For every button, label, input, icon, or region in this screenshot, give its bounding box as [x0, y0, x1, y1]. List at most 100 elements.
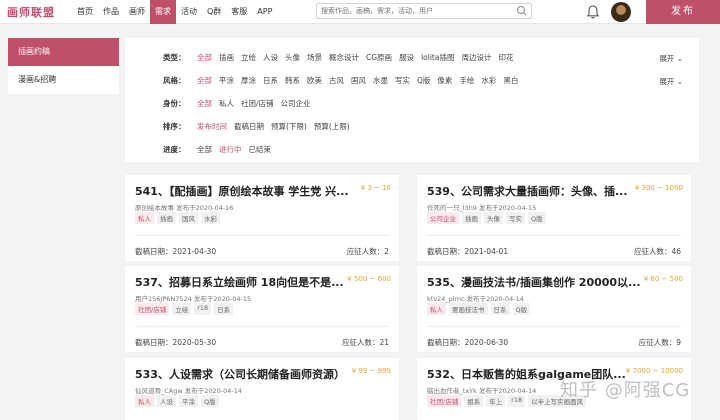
- filter-option[interactable]: 印花: [498, 52, 513, 63]
- filter-option[interactable]: 黑白: [503, 75, 518, 86]
- nav-app[interactable]: APP: [252, 0, 277, 24]
- tag[interactable]: 社团/店铺: [427, 395, 462, 407]
- card-title[interactable]: 539、公司需求大量插画师：头像、插...: [427, 183, 655, 199]
- tag[interactable]: 私人: [135, 212, 154, 224]
- tag[interactable]: r18: [194, 303, 212, 315]
- filter-option[interactable]: CG原画: [366, 52, 392, 63]
- filter-option[interactable]: 写实: [395, 75, 410, 86]
- filter-option[interactable]: 预算(上限): [314, 121, 350, 132]
- site-logo[interactable]: 画师联盟: [7, 4, 55, 20]
- filter-option[interactable]: 服设: [399, 52, 414, 63]
- filter-row-progress: 进度： 全部 进行中 已结束: [125, 138, 699, 161]
- filter-option[interactable]: 手绘: [459, 75, 474, 86]
- card-title[interactable]: 537、招募日系立绘画师 18向但是不是...: [135, 274, 363, 290]
- tag[interactable]: 姐系: [464, 395, 484, 407]
- sidebar-item-comics-recruit[interactable]: 漫画&招聘: [8, 66, 119, 94]
- filter-option[interactable]: 预算(下限): [271, 121, 307, 132]
- filter-option[interactable]: 日系: [263, 75, 278, 86]
- filter-option[interactable]: 欧美: [307, 75, 322, 86]
- tag[interactable]: 人设: [157, 395, 176, 407]
- nav-requests[interactable]: 需求: [150, 0, 176, 24]
- filter-option[interactable]: 国风: [351, 75, 366, 86]
- filter-option[interactable]: 韩系: [285, 75, 300, 86]
- request-card[interactable]: 533、人设需求（公司长期储备画师资源） ¥ 99 ~ 999 仙风道骨_CAgw …: [125, 358, 399, 420]
- expand-toggle[interactable]: 展开 ⌄: [659, 53, 683, 64]
- filter-option[interactable]: 概念设计: [329, 52, 359, 63]
- filter-option[interactable]: Q版: [417, 75, 430, 86]
- tag[interactable]: 国风: [179, 212, 198, 224]
- tag[interactable]: r18: [508, 395, 526, 407]
- tag[interactable]: 公司企业: [427, 212, 459, 224]
- filter-option[interactable]: 平涂: [219, 75, 234, 86]
- nav-events[interactable]: 活动: [176, 0, 202, 24]
- tag[interactable]: Q版: [201, 395, 219, 407]
- filter-option[interactable]: 水墨: [373, 75, 388, 86]
- card-title[interactable]: 535、漫画技法书/插画集创作 20000以...: [427, 274, 655, 290]
- filter-option[interactable]: 全部: [197, 75, 212, 86]
- tag[interactable]: 私人: [135, 395, 154, 407]
- filter-option[interactable]: 已结束: [249, 144, 272, 155]
- filter-option[interactable]: 古风: [329, 75, 344, 86]
- request-card[interactable]: 541、【配插画】原创绘本故事 学生党 兴... ¥ 3 ~ 10 原创绘本故事 发…: [125, 175, 399, 261]
- tag[interactable]: 插画: [157, 212, 176, 224]
- card-meta: ktv24_plmc 发布于2020-04-14: [427, 295, 524, 303]
- tag[interactable]: 日系: [214, 303, 234, 315]
- filter-option[interactable]: 人设: [263, 52, 278, 63]
- publish-button[interactable]: 发布: [646, 0, 720, 24]
- category-sidebar: 插画约稿 漫画&招聘: [8, 38, 119, 94]
- main-nav: 首页 作品 画师 需求 活动 Q群 客服 APP: [72, 0, 277, 24]
- filter-option[interactable]: 全部: [197, 144, 212, 155]
- applicant-count: 应征人数：2: [346, 247, 389, 256]
- nav-qq-group[interactable]: Q群: [202, 0, 226, 24]
- tag[interactable]: 插画: [462, 212, 481, 224]
- filter-option[interactable]: 周边设计: [461, 52, 491, 63]
- tag[interactable]: 要画技法书: [449, 303, 488, 315]
- nav-support[interactable]: 客服: [226, 0, 252, 24]
- filter-option[interactable]: 全部: [197, 98, 212, 109]
- filter-option[interactable]: 私人: [219, 98, 234, 109]
- filter-option[interactable]: 全部: [197, 52, 212, 63]
- nav-works[interactable]: 作品: [98, 0, 124, 24]
- filter-option[interactable]: 立绘: [241, 52, 256, 63]
- nav-artists[interactable]: 画师: [124, 0, 150, 24]
- request-card[interactable]: 537、招募日系立绘画师 18向但是不是... ¥ 500 ~ 600 用户156J…: [125, 266, 399, 352]
- filter-option[interactable]: 进行中: [219, 144, 242, 155]
- tag[interactable]: 年上: [486, 395, 506, 407]
- search-input[interactable]: [316, 3, 532, 19]
- deadline-date: 截稿日期：2020-05-30: [135, 338, 217, 347]
- filter-option[interactable]: 发布时间: [197, 121, 227, 132]
- deadline-date: 截稿日期：2020-06-30: [427, 338, 509, 347]
- filter-option[interactable]: 像素: [437, 75, 452, 86]
- request-card[interactable]: 535、漫画技法书/插画集创作 20000以... ¥ 60 ~ 500 ktv24…: [417, 266, 691, 352]
- tag[interactable]: 私人: [427, 303, 446, 315]
- card-title[interactable]: 541、【配插画】原创绘本故事 学生党 兴...: [135, 183, 363, 199]
- sidebar-item-illustration[interactable]: 插画约稿: [8, 38, 119, 66]
- expand-toggle[interactable]: 展开 ⌄: [659, 76, 683, 87]
- tag[interactable]: 社团/店铺: [135, 303, 170, 315]
- budget-range: ¥ 60 ~ 500: [643, 275, 683, 283]
- tag[interactable]: 立绘: [172, 303, 192, 315]
- filter-option[interactable]: 截稿日期: [234, 121, 264, 132]
- filter-option[interactable]: 厚涂: [241, 75, 256, 86]
- tag[interactable]: 头像: [484, 212, 503, 224]
- filter-option[interactable]: 头像: [285, 52, 300, 63]
- filter-option[interactable]: lolita插图: [421, 52, 454, 63]
- tag[interactable]: 水彩: [201, 212, 220, 224]
- user-avatar[interactable]: [611, 2, 631, 22]
- tag[interactable]: 日系: [490, 303, 510, 315]
- filter-option[interactable]: 公司企业: [281, 98, 311, 109]
- tag[interactable]: 写实: [506, 212, 525, 224]
- tag[interactable]: Q版: [528, 212, 546, 224]
- filter-option[interactable]: 水彩: [481, 75, 496, 86]
- bell-icon[interactable]: [585, 4, 601, 20]
- deadline-date: 截稿日期：2021-04-30: [135, 247, 217, 256]
- nav-home[interactable]: 首页: [72, 0, 98, 24]
- filter-option[interactable]: 插画: [219, 52, 234, 63]
- card-title[interactable]: 533、人设需求（公司长期储备画师资源）: [135, 366, 363, 382]
- request-card[interactable]: 539、公司需求大量插画师：头像、插... ¥ 300 ~ 1000 作死的一只_l…: [417, 175, 691, 261]
- search-icon[interactable]: [512, 3, 532, 19]
- tag[interactable]: Q版: [512, 303, 531, 315]
- filter-option[interactable]: 社团/店铺: [241, 98, 274, 109]
- tag[interactable]: 平涂: [179, 395, 198, 407]
- filter-option[interactable]: 场景: [307, 52, 322, 63]
